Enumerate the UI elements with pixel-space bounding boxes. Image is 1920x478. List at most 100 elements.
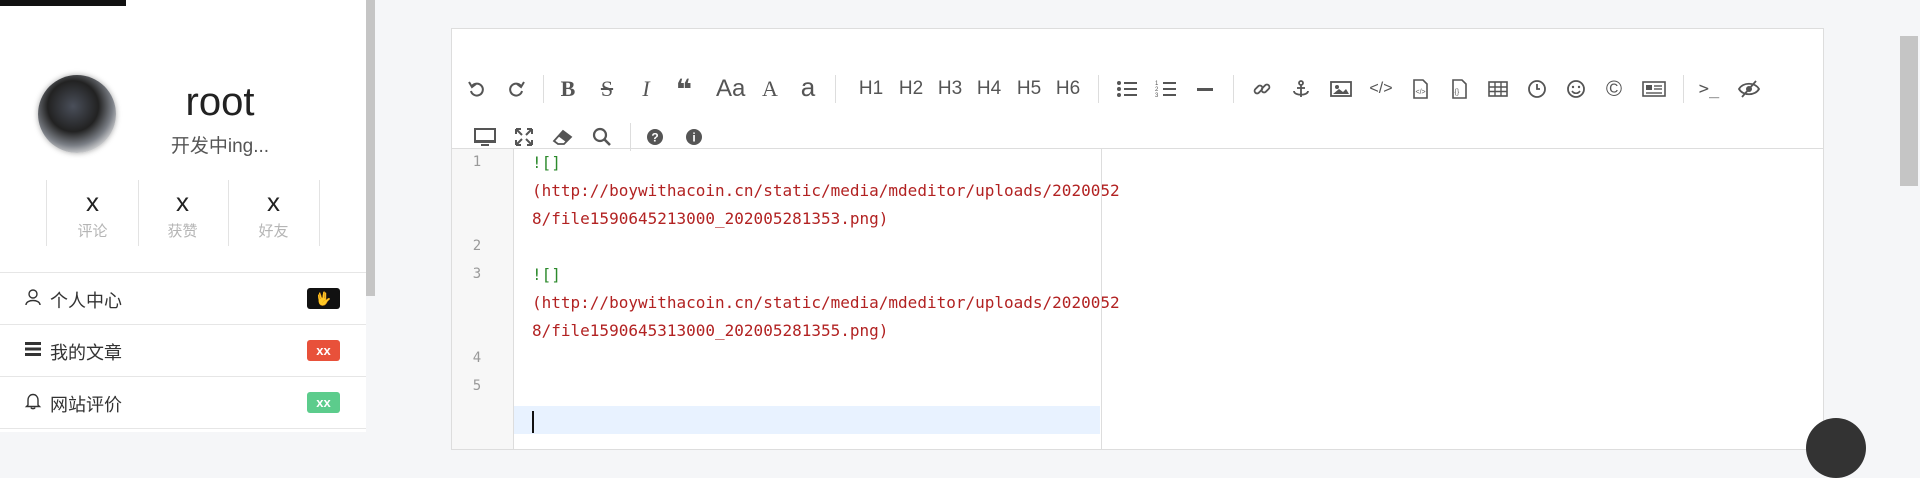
status-badge: xx (307, 340, 340, 361)
svg-text:</>: </> (1416, 89, 1426, 96)
toolbar-divider (1098, 75, 1099, 103)
stat-value: x (176, 187, 189, 217)
help-icon[interactable]: ? (642, 123, 668, 151)
image-url: 8/file1590645213000_202005281353.png) (532, 209, 889, 228)
strikethrough-icon[interactable]: S (594, 75, 620, 103)
code-line: (http://boywithacoin.cn/static/media/mde… (514, 289, 1120, 317)
undo-icon[interactable] (464, 75, 490, 103)
line-number: 4 (472, 350, 482, 366)
profile-stats: x 评论 x 获赞 x 好友 (46, 180, 320, 246)
line-number: 2 (472, 238, 482, 254)
emoji-icon[interactable] (1563, 75, 1589, 103)
info-icon[interactable]: i (681, 123, 707, 151)
sidebar-item-label: 我的文章 (50, 343, 122, 363)
uppercase-icon[interactable]: A (757, 75, 783, 103)
heading-3-button[interactable]: H3 (937, 75, 963, 103)
table-icon[interactable] (1485, 75, 1511, 103)
avatar[interactable] (38, 75, 116, 153)
toolbar-divider (835, 75, 836, 103)
bold-icon[interactable]: B (555, 75, 581, 103)
code-line: 8/file1590645313000_202005281355.png) (514, 317, 1100, 345)
clock-icon[interactable] (1524, 75, 1550, 103)
text-cursor (532, 411, 534, 433)
sidebar-menu: 个人中心 🖖 我的文章 xx 网站评价 xx (0, 272, 366, 432)
quote-icon[interactable]: ❝ (671, 74, 697, 105)
sidebar: root 开发中ing... x 评论 x 获赞 x 好友 个人中心 🖖 我的文… (0, 0, 366, 432)
sidebar-item-my-articles[interactable]: 我的文章 xx (0, 324, 366, 376)
sidebar-item-next[interactable] (0, 428, 366, 432)
active-line-highlight (514, 406, 1100, 434)
svg-text:i: i (692, 131, 695, 145)
unordered-list-icon[interactable] (1114, 75, 1140, 103)
stat-friends[interactable]: x 好友 (228, 180, 320, 246)
sidebar-item-site-review[interactable]: 网站评价 xx (0, 376, 366, 428)
stat-value: x (267, 187, 280, 217)
stat-comments[interactable]: x 评论 (46, 180, 139, 246)
svg-text:?: ? (651, 131, 658, 145)
profile-username: root (185, 80, 255, 124)
line-number: 3 (472, 266, 482, 282)
code-line: (http://boywithacoin.cn/static/media/mde… (514, 177, 1120, 205)
markdown-editor: B S I ❝ Aa A a H1 H2 H3 H4 H5 H6 123 </>… (451, 28, 1824, 450)
stat-label: 评论 (77, 223, 108, 240)
anchor-icon[interactable] (1288, 75, 1314, 103)
stat-label: 获赞 (167, 223, 198, 240)
stat-label: 好友 (258, 223, 289, 240)
page-scrollbar[interactable] (1900, 36, 1918, 186)
markdown-preview (1101, 149, 1823, 449)
markdown-input[interactable]: ![] (http://boywithacoin.cn/static/media… (514, 149, 1120, 449)
image-url: 8/file1590645313000_202005281355.png) (532, 321, 889, 340)
line-number: 1 (472, 154, 482, 170)
sidebar-top-indicator (0, 0, 126, 6)
toolbar-divider (630, 123, 631, 151)
heading-4-button[interactable]: H4 (976, 75, 1002, 103)
desktop-preview-icon[interactable] (472, 123, 498, 151)
image-icon[interactable] (1328, 75, 1354, 103)
sidebar-item-personal-center[interactable]: 个人中心 🖖 (0, 272, 366, 324)
lowercase-icon[interactable]: a (795, 72, 821, 102)
copyright-icon[interactable]: © (1601, 75, 1627, 103)
ordered-list-icon[interactable]: 123 (1153, 75, 1179, 103)
stat-likes[interactable]: x 获赞 (137, 180, 229, 246)
image-url: (http://boywithacoin.cn/static/media/mde… (532, 181, 1120, 200)
pagebreak-icon[interactable] (1641, 75, 1667, 103)
italic-icon[interactable]: I (633, 75, 659, 103)
stat-value: x (86, 187, 99, 217)
preview-toggle-icon[interactable] (1736, 75, 1762, 103)
status-badge: 🖖 (307, 288, 340, 309)
code-file-icon[interactable]: </> (1407, 75, 1433, 103)
image-url: (http://boywithacoin.cn/static/media/mde… (532, 293, 1120, 312)
code-line: ![] (514, 149, 1100, 177)
toolbar-divider (543, 75, 544, 103)
code-line: 8/file1590645213000_202005281353.png) (514, 205, 1100, 233)
line-number: 5 (472, 378, 482, 394)
code-block-icon[interactable]: {} (1446, 75, 1472, 103)
bell-icon (24, 393, 42, 410)
heading-5-button[interactable]: H5 (1016, 75, 1042, 103)
line-number-gutter: 1 2 3 4 5 (452, 149, 514, 449)
sidebar-item-label: 个人中心 (50, 291, 122, 311)
code-line: ![] (514, 261, 1100, 289)
floating-action-button[interactable] (1806, 418, 1866, 478)
link-icon[interactable] (1249, 75, 1275, 103)
heading-6-button[interactable]: H6 (1055, 75, 1081, 103)
heading-2-button[interactable]: H2 (898, 75, 924, 103)
search-icon[interactable] (589, 123, 615, 151)
font-size-icon[interactable]: Aa (716, 75, 745, 103)
toolbar-divider (1683, 75, 1684, 103)
image-markup: ![] (532, 153, 561, 172)
toolbar-divider (1233, 75, 1234, 103)
profile-subtitle: 开发中ing... (170, 136, 270, 157)
status-badge: xx (307, 392, 340, 413)
eraser-icon[interactable] (550, 123, 576, 151)
horizontal-rule-icon[interactable] (1192, 75, 1218, 103)
terminal-icon[interactable]: >_ (1696, 75, 1722, 103)
svg-text:{}: {} (1455, 89, 1460, 96)
code-inline-icon[interactable]: </> (1368, 75, 1394, 103)
heading-1-button[interactable]: H1 (858, 75, 884, 103)
fullscreen-icon[interactable] (511, 123, 537, 151)
list-icon (25, 342, 41, 356)
redo-icon[interactable] (503, 75, 529, 103)
editor-toolbar: B S I ❝ Aa A a H1 H2 H3 H4 H5 H6 123 </>… (452, 29, 1823, 151)
sidebar-scrollbar[interactable] (366, 0, 375, 296)
